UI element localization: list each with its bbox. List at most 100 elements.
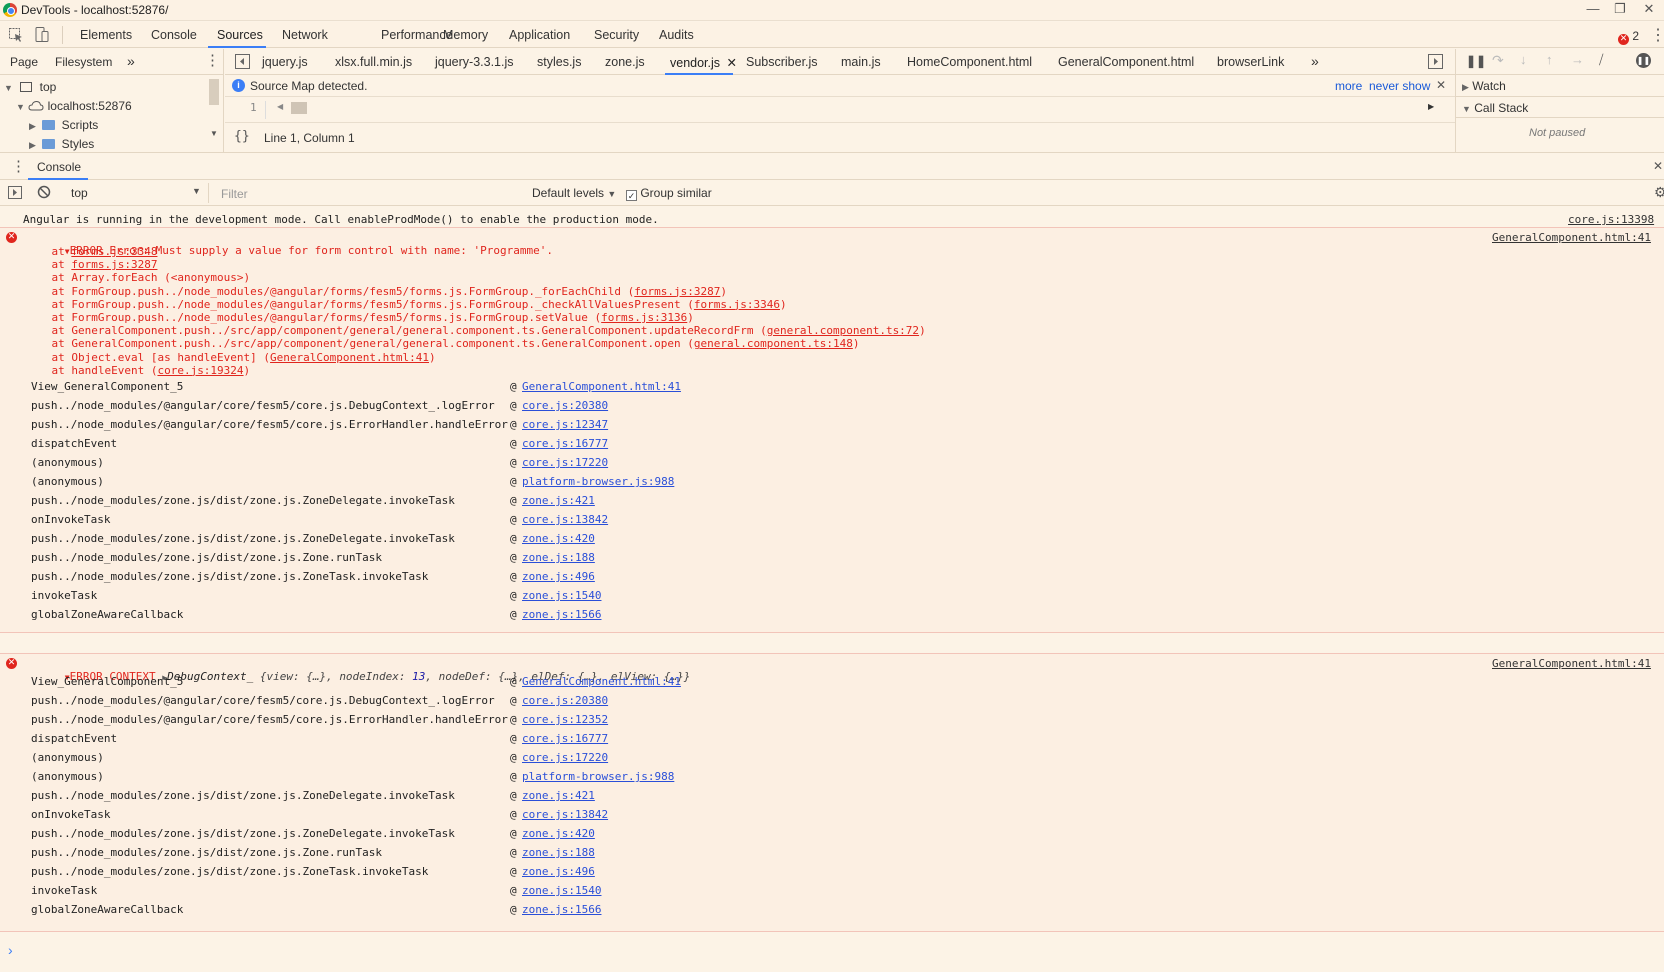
navigator-menu-icon[interactable]: ⋮ <box>205 51 220 69</box>
call-frame-source-link[interactable]: platform-browser.js:988 <box>522 770 674 783</box>
log-levels-dropdown[interactable]: Default levels ▼ <box>532 186 616 200</box>
pause-on-exceptions-icon[interactable]: ❚❚ <box>1636 53 1651 68</box>
minimize-icon[interactable]: — <box>1582 1 1604 17</box>
pretty-print-icon[interactable]: {} <box>234 129 250 144</box>
error-context-source-link[interactable]: GeneralComponent.html:41 <box>1492 657 1651 670</box>
call-frame-source-link[interactable]: zone.js:1566 <box>522 903 601 916</box>
step-over-icon[interactable]: ↷ <box>1492 52 1504 69</box>
call-frame-source-link[interactable]: core.js:12347 <box>522 418 608 431</box>
call-frame-source-link[interactable]: core.js:20380 <box>522 694 608 707</box>
tab-page[interactable]: Page <box>10 55 38 69</box>
close-window-icon[interactable]: ✕ <box>1638 1 1660 17</box>
stack-source-link[interactable]: forms.js:3136 <box>601 311 687 324</box>
group-similar-checkbox[interactable]: ✓ <box>626 190 637 201</box>
call-frame-source-link[interactable]: core.js:20380 <box>522 399 608 412</box>
tab-audits[interactable]: Audits <box>659 28 694 42</box>
stack-source-link[interactable]: general.component.ts:148 <box>694 337 853 350</box>
step-into-icon[interactable]: ↓ <box>1520 52 1527 67</box>
scroll-left-icon[interactable]: ◀ <box>277 102 283 111</box>
editor-tab-jquery[interactable]: jquery.js <box>262 55 308 69</box>
call-frame-source-link[interactable]: zone.js:1540 <box>522 589 601 602</box>
console-prompt[interactable]: › <box>8 942 13 958</box>
call-frame-source-link[interactable]: platform-browser.js:988 <box>522 475 674 488</box>
settings-menu-icon[interactable]: ⋮ <box>1650 25 1664 45</box>
device-toolbar-icon[interactable] <box>34 26 50 43</box>
infobar-more-link[interactable]: more <box>1335 79 1362 93</box>
call-frame-source-link[interactable]: core.js:13842 <box>522 808 608 821</box>
scroll-right-icon[interactable]: ▶ <box>1428 102 1434 111</box>
watch-section[interactable]: ▶ Watch <box>1462 79 1506 93</box>
message-source-link[interactable]: core.js:13398 <box>1568 213 1654 226</box>
tab-network[interactable]: Network <box>282 28 328 42</box>
tree-item-host[interactable]: ▼ localhost:52876 <box>16 99 132 113</box>
group-similar-option[interactable]: ✓ Group similar <box>626 186 712 201</box>
pause-icon[interactable]: ❚❚ <box>1466 54 1486 68</box>
stack-source-link[interactable]: core.js:19324 <box>157 364 243 377</box>
editor-tab-browserlink[interactable]: browserLink <box>1217 55 1284 69</box>
stack-source-link[interactable]: forms.js:3287 <box>71 258 157 271</box>
call-frame-source-link[interactable]: core.js:16777 <box>522 437 608 450</box>
tab-elements[interactable]: Elements <box>80 28 132 42</box>
tree-item-scripts[interactable]: ▶ Scripts <box>29 118 98 132</box>
call-frame-source-link[interactable]: zone.js:421 <box>522 789 595 802</box>
code-editor[interactable]: 1 ◀ ▶ <box>225 97 1455 123</box>
deactivate-breakpoints-icon[interactable]: ⧸ <box>1599 52 1603 68</box>
call-frame-source-link[interactable]: zone.js:188 <box>522 846 595 859</box>
stack-source-link[interactable]: GeneralComponent.html:41 <box>270 351 429 364</box>
call-frame-source-link[interactable]: GeneralComponent.html:41 <box>522 675 681 688</box>
stack-source-link[interactable]: forms.js:3348 <box>71 245 157 258</box>
step-out-icon[interactable]: ↑ <box>1546 52 1553 67</box>
tab-sources[interactable]: Sources <box>217 28 263 42</box>
call-frame-source-link[interactable]: zone.js:1566 <box>522 608 601 621</box>
clear-console-icon[interactable] <box>37 185 51 199</box>
editor-tab-subscriber[interactable]: Subscriber.js <box>746 55 818 69</box>
close-drawer-icon[interactable]: ✕ <box>1653 159 1663 173</box>
call-frame-source-link[interactable]: core.js:17220 <box>522 751 608 764</box>
scroll-down-icon[interactable]: ▼ <box>210 129 218 138</box>
call-frame-source-link[interactable]: core.js:17220 <box>522 456 608 469</box>
editor-tab-main[interactable]: main.js <box>841 55 881 69</box>
editor-tab-generalcomponent[interactable]: GeneralComponent.html <box>1058 55 1194 69</box>
editor-tab-vendor[interactable]: vendor.js ✕ <box>670 55 737 70</box>
tab-memory[interactable]: Memory <box>443 28 488 42</box>
editor-tab-styles[interactable]: styles.js <box>537 55 581 69</box>
tab-performance[interactable]: Performance <box>381 28 453 42</box>
tree-item-styles[interactable]: ▶ Styles <box>29 137 94 151</box>
call-frame-source-link[interactable]: zone.js:420 <box>522 827 595 840</box>
infobar-close-icon[interactable]: ✕ <box>1436 78 1446 92</box>
step-icon[interactable]: → <box>1571 52 1584 67</box>
call-frame-source-link[interactable]: zone.js:1540 <box>522 884 601 897</box>
tab-filesystem[interactable]: Filesystem <box>55 55 112 69</box>
console-settings-icon[interactable]: ⚙ <box>1654 184 1664 201</box>
filter-input[interactable]: Filter <box>208 183 518 203</box>
call-frame-source-link[interactable]: zone.js:496 <box>522 865 595 878</box>
drawer-tab-console[interactable]: Console <box>37 160 81 174</box>
stack-source-link[interactable]: general.component.ts:72 <box>767 324 919 337</box>
tab-security[interactable]: Security <box>594 28 639 42</box>
restore-icon[interactable]: ❐ <box>1609 1 1631 17</box>
more-editor-tabs-icon[interactable]: » <box>1311 53 1319 69</box>
toggle-navigator-icon[interactable] <box>235 54 250 69</box>
call-stack-section[interactable]: ▼ Call Stack <box>1462 101 1528 115</box>
error-source-link[interactable]: GeneralComponent.html:41 <box>1492 231 1651 244</box>
call-frame-source-link[interactable]: zone.js:420 <box>522 532 595 545</box>
call-frame-source-link[interactable]: core.js:13842 <box>522 513 608 526</box>
call-frame-source-link[interactable]: zone.js:188 <box>522 551 595 564</box>
tree-item-top[interactable]: ▼ top <box>4 80 56 94</box>
call-frame-source-link[interactable]: zone.js:496 <box>522 570 595 583</box>
drawer-menu-icon[interactable]: ⋮ <box>11 157 26 175</box>
editor-tab-zone[interactable]: zone.js <box>605 55 645 69</box>
close-tab-icon[interactable]: ✕ <box>727 56 737 70</box>
stack-source-link[interactable]: forms.js:3346 <box>694 298 780 311</box>
call-frame-source-link[interactable]: GeneralComponent.html:41 <box>522 380 681 393</box>
call-frame-source-link[interactable]: zone.js:421 <box>522 494 595 507</box>
call-frame-source-link[interactable]: core.js:12352 <box>522 713 608 726</box>
navigator-scrollbar[interactable] <box>209 79 219 105</box>
stack-source-link[interactable]: forms.js:3287 <box>634 285 720 298</box>
inspect-element-icon[interactable] <box>8 27 24 43</box>
editor-tab-homecomponent[interactable]: HomeComponent.html <box>907 55 1032 69</box>
horizontal-scrollbar-thumb[interactable] <box>291 102 307 114</box>
error-counter[interactable]: ✕ 2 <box>1618 29 1639 45</box>
toggle-debugger-icon[interactable] <box>1428 54 1443 69</box>
call-frame-source-link[interactable]: core.js:16777 <box>522 732 608 745</box>
